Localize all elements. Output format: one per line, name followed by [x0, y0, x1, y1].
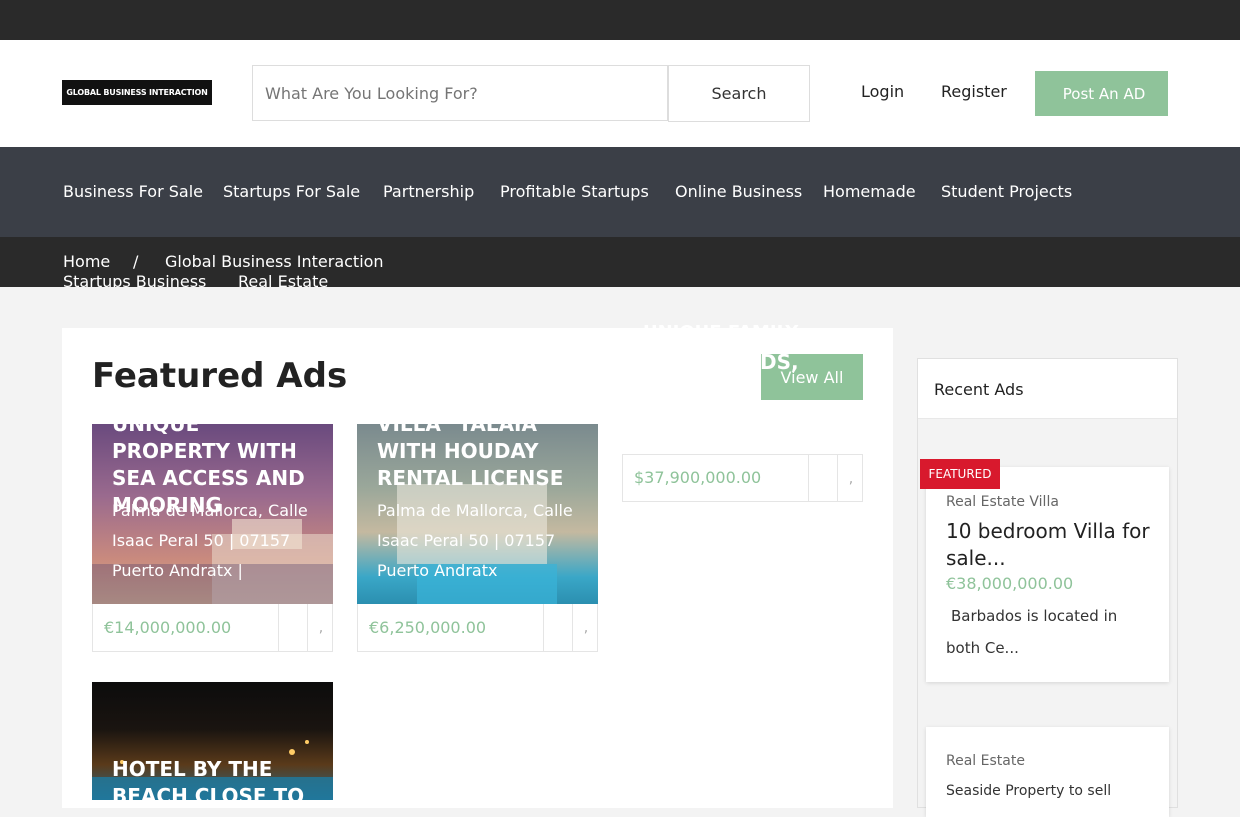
heart-icon[interactable] — [278, 604, 307, 651]
ad-card[interactable]: UNIQUE PROPERTY WITH SEA ACCESS AND MOOR… — [92, 424, 333, 652]
breadcrumb-separator: / — [133, 252, 139, 271]
recent-ad-excerpt: Barbados is located in both Ce... — [946, 601, 1156, 663]
nav-partnership[interactable]: Partnership — [383, 182, 474, 201]
recent-ads-sidebar: Recent Ads Real Estate Villa 10 bedroom … — [917, 358, 1178, 817]
ad-card-title[interactable]: HOTEL BY THE BEACH CLOSE TO CHANIA — [112, 756, 327, 800]
ad-card[interactable]: $37,900,000.00 , — [622, 454, 863, 502]
ad-card[interactable]: HOTEL BY THE BEACH CLOSE TO CHANIA — [92, 682, 333, 800]
compare-icon[interactable]: , — [307, 604, 333, 651]
ad-card-price: €6,250,000.00 — [369, 618, 487, 637]
ghost-heading-1: UNIQUE FAMILY — [643, 322, 799, 343]
nav-profitable-startups[interactable]: Profitable Startups — [500, 182, 649, 201]
nav-homemade[interactable]: Homemade — [823, 182, 916, 201]
recent-ad-price: €38,000,000.00 — [946, 574, 1074, 593]
recent-ad-category[interactable]: Real Estate — [946, 753, 1025, 769]
recent-ad-title[interactable]: 10 bedroom Villa for sale... — [946, 518, 1156, 572]
post-ad-button[interactable]: Post An AD — [1035, 71, 1168, 116]
recent-ad-card[interactable]: Real Estate Seaside Property to sell — [926, 727, 1169, 817]
login-link[interactable]: Login — [856, 82, 904, 101]
breadcrumb-startups-business[interactable]: Startups Business — [63, 272, 206, 287]
register-link[interactable]: Register — [936, 82, 1007, 101]
register-label: Register — [941, 82, 1007, 101]
site-header: GLOBAL BUSINESS INTERACTION Search Login… — [0, 40, 1240, 147]
ad-card-price: €14,000,000.00 — [104, 618, 232, 637]
recent-ads-title: Recent Ads — [918, 359, 1177, 419]
nav-business-for-sale[interactable]: Business For Sale — [63, 182, 203, 201]
nav-online-business[interactable]: Online Business — [675, 182, 802, 201]
site-logo[interactable]: GLOBAL BUSINESS INTERACTION — [62, 80, 212, 105]
breadcrumb-real-estate[interactable]: Real Estate — [238, 272, 328, 287]
ad-card[interactable]: VILLA "TALAIA" WITH HOUDAY RENTAL LICENS… — [357, 424, 598, 652]
heart-icon[interactable] — [543, 604, 572, 651]
nav-startups-for-sale[interactable]: Startups For Sale — [223, 182, 360, 201]
ad-card-address: Palma de Mallorca, Calle Isaac Peral 50 … — [377, 501, 573, 580]
main-nav: Business For Sale Startups For Sale Part… — [0, 147, 1240, 237]
breadcrumb-home[interactable]: Home — [63, 252, 110, 271]
nav-student-projects[interactable]: Student Projects — [941, 182, 1072, 201]
featured-badge: FEATURED — [920, 459, 1000, 489]
search-input[interactable] — [252, 65, 668, 121]
breadcrumb: Home / Global Business Interaction Start… — [0, 237, 1240, 287]
ad-card-price: $37,900,000.00 — [634, 468, 762, 487]
compare-icon[interactable]: , — [572, 604, 598, 651]
ad-card-footer: €6,250,000.00 , — [357, 604, 598, 652]
featured-ads-title: Featured Ads — [92, 356, 348, 396]
ad-card-footer: €14,000,000.00 , — [92, 604, 333, 652]
recent-ad-excerpt: Seaside Property to sell — [946, 783, 1112, 799]
heart-icon[interactable] — [808, 455, 837, 501]
top-bar — [0, 0, 1240, 40]
post-ad-label: Post An AD — [1062, 84, 1146, 103]
ghost-heading-2: DS, — [760, 350, 799, 374]
recent-ad-excerpt-text: Barbados is located in both Ce... — [946, 607, 1118, 657]
recent-ad-card[interactable]: Real Estate Villa 10 bedroom Villa for s… — [926, 467, 1169, 682]
login-label: Login — [861, 82, 905, 101]
search-button[interactable]: Search — [668, 65, 810, 122]
ad-card-title[interactable]: VILLA "TALAIA" WITH HOUDAY RENTAL LICENS… — [377, 424, 592, 492]
breadcrumb-current: Global Business Interaction — [165, 252, 384, 271]
compare-icon[interactable]: , — [837, 455, 862, 501]
ad-card-address: Palma de Mallorca, Calle Isaac Peral 50 … — [112, 501, 308, 580]
recent-ad-category[interactable]: Real Estate Villa — [946, 494, 1059, 510]
